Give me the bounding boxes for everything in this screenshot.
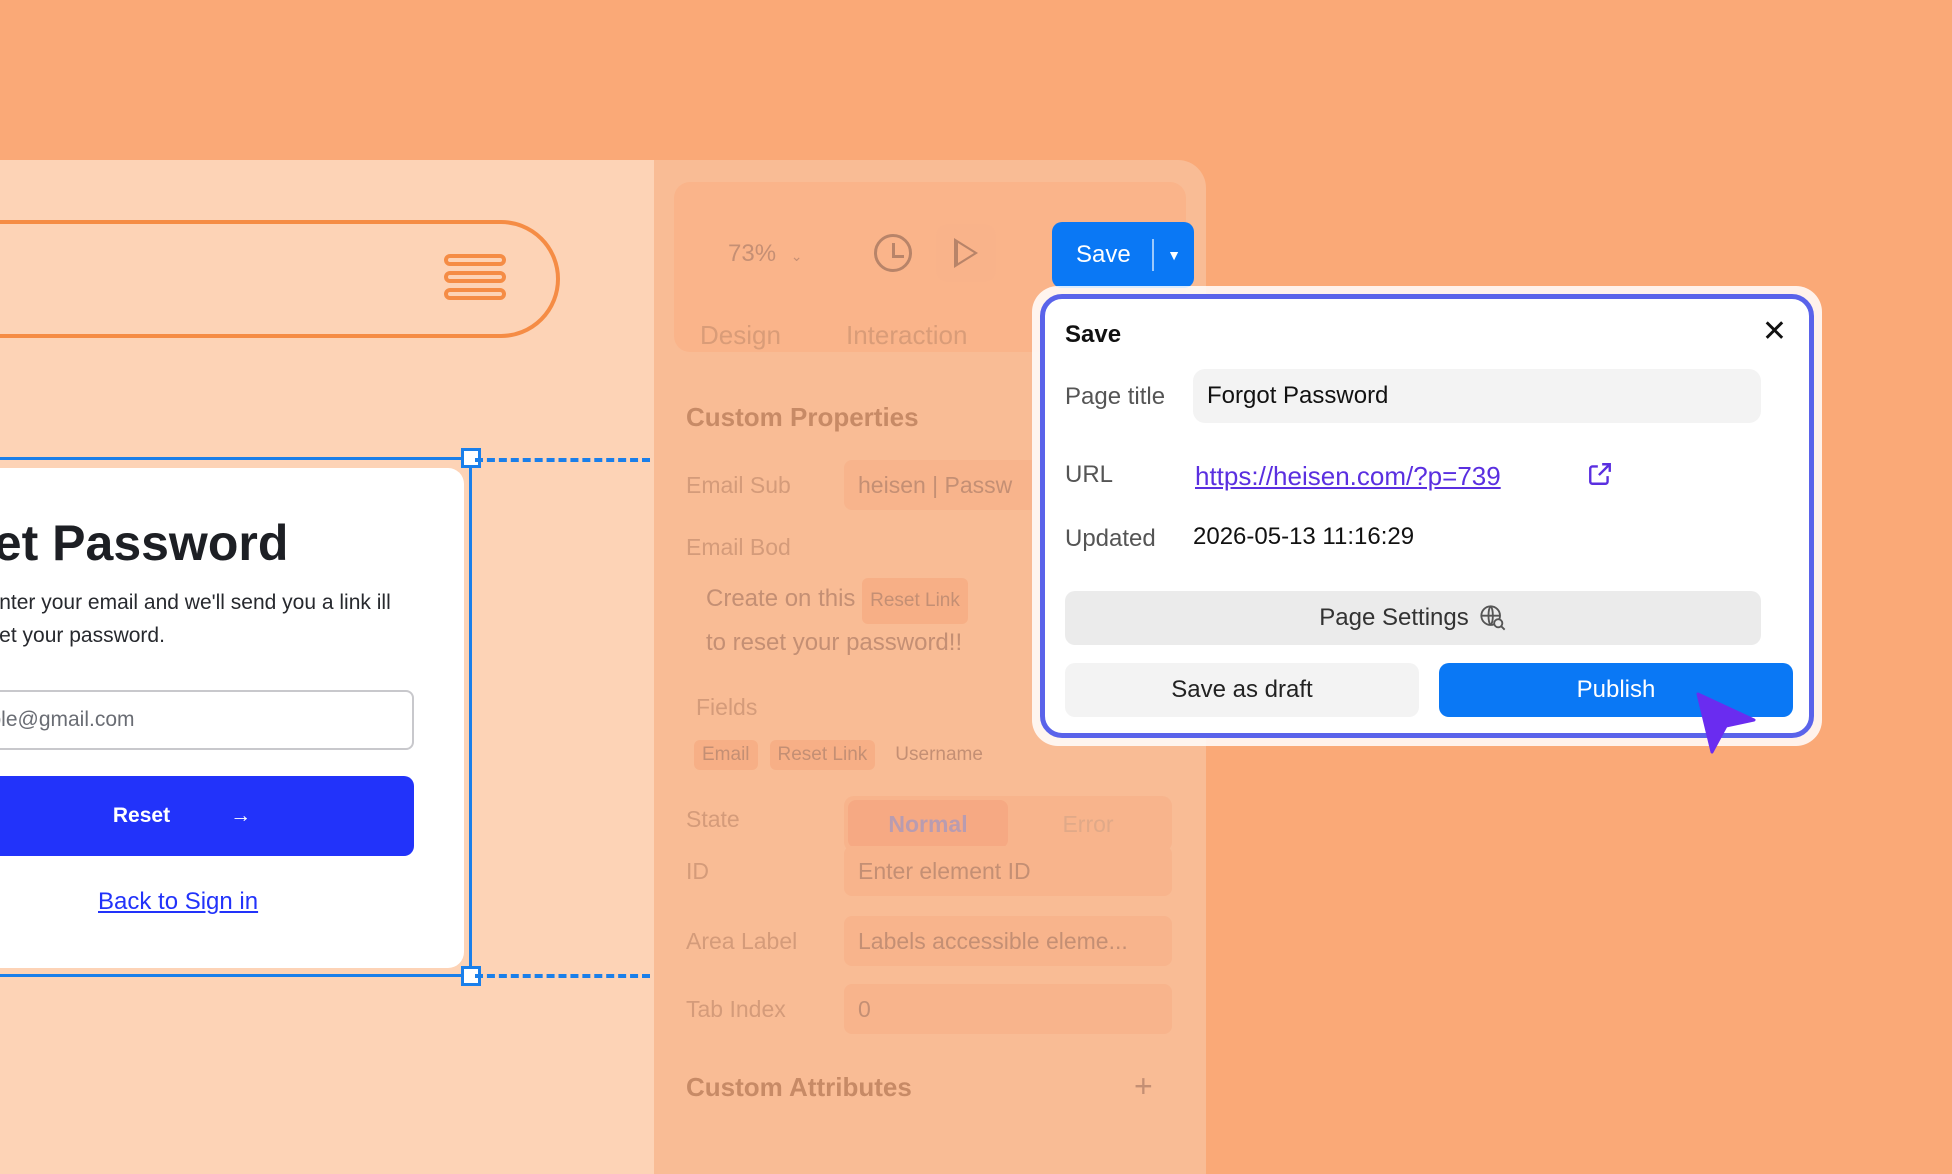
page-title-input[interactable]: Forgot Password bbox=[1193, 369, 1761, 423]
navbar-preview bbox=[0, 220, 560, 338]
id-label: ID bbox=[686, 858, 709, 884]
chevron-down-icon: ⌄ bbox=[790, 248, 803, 264]
field-chip-username[interactable]: Username bbox=[887, 740, 991, 770]
fields-label: Fields bbox=[696, 694, 758, 720]
cursor-pointer-icon bbox=[1696, 692, 1756, 754]
reset-link-token: Reset Link bbox=[862, 578, 968, 624]
save-as-draft-button[interactable]: Save as draft bbox=[1065, 663, 1419, 717]
url-link[interactable]: https://heisen.com/?p=739 bbox=[1195, 461, 1501, 492]
custom-attributes-title: Custom Attributes bbox=[686, 1072, 912, 1102]
hamburger-menu-icon bbox=[444, 254, 506, 308]
email-body-field[interactable]: Create on this Reset Link to reset your … bbox=[706, 578, 1006, 662]
zoom-value: 73% bbox=[728, 240, 777, 267]
external-link-icon[interactable] bbox=[1587, 461, 1613, 487]
state-toggle[interactable]: Normal Error bbox=[844, 796, 1172, 852]
save-modal: Save ✕ Page title Forgot Password URL ht… bbox=[1040, 294, 1814, 738]
area-label-label: Area Label bbox=[686, 928, 798, 954]
selection-frame[interactable] bbox=[0, 448, 650, 986]
modal-title: Save bbox=[1065, 321, 1122, 348]
zoom-dropdown[interactable]: 73% ⌄ bbox=[728, 240, 802, 268]
updated-value: 2026-05-13 11:16:29 bbox=[1193, 523, 1415, 550]
guide-line-bottom bbox=[475, 974, 650, 978]
email-body-line2: to reset your password!! bbox=[706, 629, 963, 656]
state-error-option[interactable]: Error bbox=[1008, 800, 1168, 848]
updated-label: Updated bbox=[1065, 525, 1156, 552]
state-label: State bbox=[686, 806, 740, 832]
tab-interaction[interactable]: Interaction bbox=[846, 320, 967, 351]
save-modal-backdrop: Save ✕ Page title Forgot Password URL ht… bbox=[1032, 286, 1822, 746]
id-input[interactable]: Enter element ID bbox=[844, 846, 1172, 896]
email-sub-label: Email Sub bbox=[686, 472, 791, 498]
close-icon[interactable]: ✕ bbox=[1762, 317, 1787, 347]
preview-button[interactable] bbox=[936, 224, 996, 282]
page-title-label: Page title bbox=[1065, 383, 1166, 410]
custom-properties-title: Custom Properties bbox=[686, 402, 919, 432]
chevron-down-icon[interactable]: ▼ bbox=[1154, 247, 1194, 263]
tab-index-input[interactable]: 0 bbox=[844, 984, 1172, 1034]
play-icon bbox=[954, 238, 978, 268]
fields-list[interactable]: Email Reset Link Username bbox=[694, 740, 991, 770]
tab-index-label: Tab Index bbox=[686, 996, 786, 1022]
globe-search-icon bbox=[1480, 605, 1506, 631]
save-split-button[interactable]: Save ▼ bbox=[1052, 222, 1194, 288]
field-chip-reset-link[interactable]: Reset Link bbox=[769, 740, 876, 770]
save-button-label[interactable]: Save bbox=[1052, 241, 1152, 269]
tab-design[interactable]: Design bbox=[700, 320, 781, 351]
field-chip-email[interactable]: Email bbox=[694, 740, 758, 770]
add-attribute-plus-icon[interactable]: + bbox=[1134, 1068, 1153, 1105]
page-settings-label: Page Settings bbox=[1319, 604, 1469, 631]
history-clock-icon[interactable] bbox=[874, 234, 912, 272]
state-normal-option[interactable]: Normal bbox=[848, 800, 1008, 848]
guide-line-top bbox=[475, 458, 650, 462]
design-canvas[interactable]: set Password e enter your email and we'l… bbox=[0, 160, 655, 1174]
area-label-input[interactable]: Labels accessible eleme... bbox=[844, 916, 1172, 966]
email-body-label: Email Bod bbox=[686, 534, 791, 560]
email-body-line1: Create on this bbox=[706, 585, 856, 612]
url-label: URL bbox=[1065, 461, 1114, 488]
page-settings-button[interactable]: Page Settings bbox=[1065, 591, 1761, 645]
